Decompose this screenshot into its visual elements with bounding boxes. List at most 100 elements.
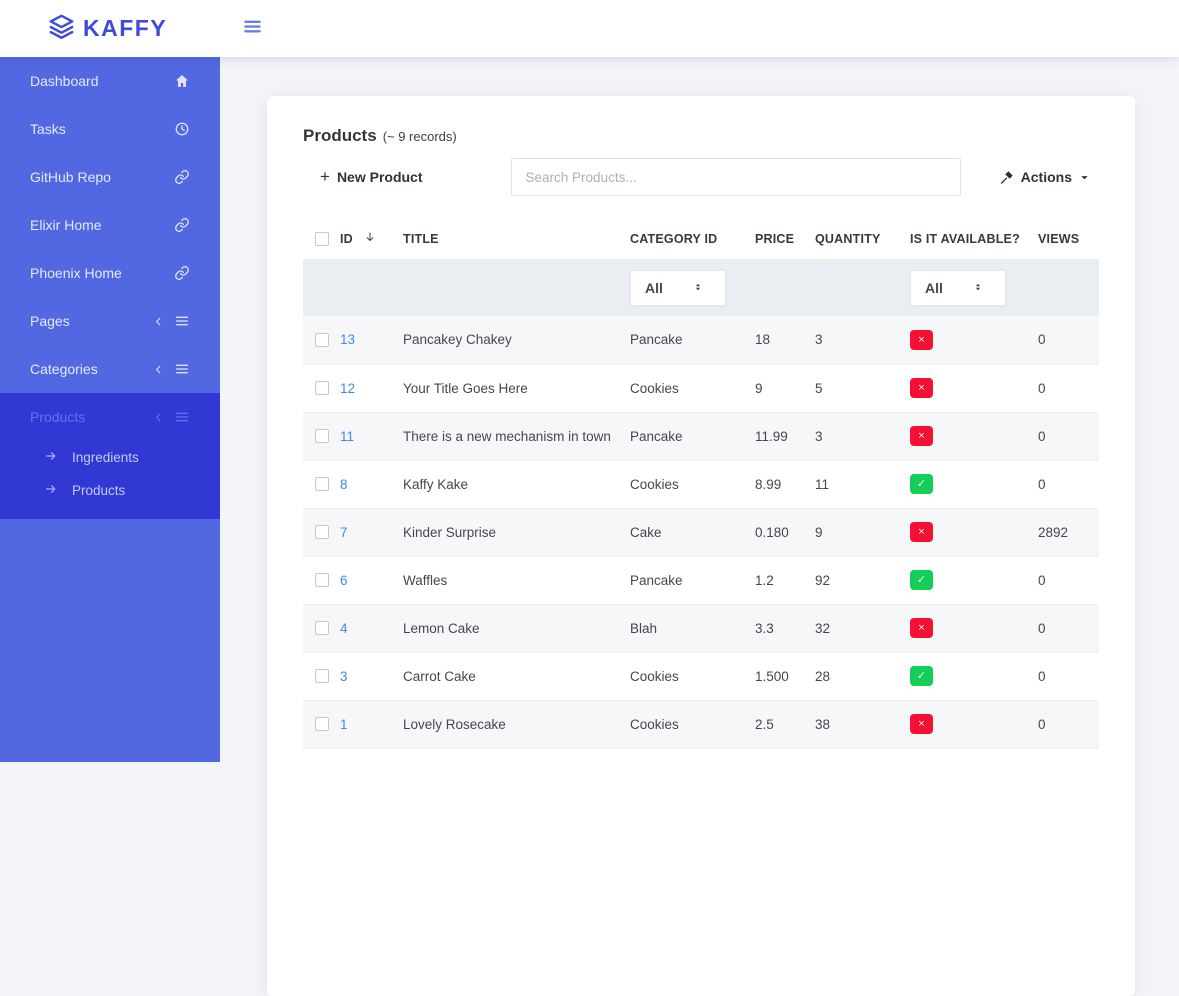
row-views-cell: 0 [1038, 316, 1099, 364]
actions-dropdown-button[interactable]: Actions [999, 169, 1090, 185]
row-category-cell: Cookies [630, 364, 755, 412]
updown-arrows-icon [692, 280, 725, 296]
sidebar-subitem-products[interactable]: Products [0, 474, 220, 507]
row-price-cell: 1.500 [755, 652, 815, 700]
row-quantity-cell: 3 [815, 316, 910, 364]
search-input[interactable] [511, 158, 961, 196]
row-price-cell: 11.99 [755, 412, 815, 460]
row-checkbox[interactable] [315, 573, 329, 587]
available-no-badge: × [910, 618, 933, 638]
row-title-cell: Carrot Cake [403, 652, 630, 700]
hammer-icon [999, 170, 1014, 185]
row-id-cell: 4 [340, 604, 403, 652]
row-available-cell: ✓ [910, 556, 1038, 604]
row-views-cell: 0 [1038, 652, 1099, 700]
header-price: PRICE [755, 220, 815, 259]
new-product-button[interactable]: + New Product [320, 167, 423, 187]
available-filter-select[interactable]: All [910, 270, 1006, 306]
row-available-cell: ✓ [910, 460, 1038, 508]
arrow-right-icon [44, 449, 58, 466]
category-filter-select[interactable]: All [630, 270, 726, 306]
chevron-left-icon [152, 315, 165, 328]
row-checkbox[interactable] [315, 669, 329, 683]
sidebar-item-tasks[interactable]: Tasks [0, 105, 220, 153]
row-id-cell: 7 [340, 508, 403, 556]
products-table: ID TITLE CATEGORY ID PRICE QUANTITY IS I… [303, 220, 1099, 749]
sidebar-item-products[interactable]: Products [0, 393, 220, 441]
row-views-cell: 0 [1038, 460, 1099, 508]
row-id-link[interactable]: 13 [340, 332, 355, 347]
available-no-badge: × [910, 714, 933, 734]
select-all-checkbox[interactable] [315, 232, 329, 246]
row-id-link[interactable]: 11 [340, 429, 354, 444]
clock-icon [174, 121, 190, 137]
arrow-right-icon [44, 482, 58, 499]
row-quantity-cell: 32 [815, 604, 910, 652]
sidebar-item-phoenix-home[interactable]: Phoenix Home [0, 249, 220, 297]
table-row: 8Kaffy KakeCookies8.9911✓0 [303, 460, 1099, 508]
table-row: 3Carrot CakeCookies1.50028✓0 [303, 652, 1099, 700]
row-id-link[interactable]: 1 [340, 717, 348, 732]
row-quantity-cell: 11 [815, 460, 910, 508]
sidebar-item-elixir-home[interactable]: Elixir Home [0, 201, 220, 249]
sidebar-subitem-ingredients[interactable]: Ingredients [0, 441, 220, 474]
row-category-cell: Cake [630, 508, 755, 556]
sidebar-item-icons [152, 313, 190, 329]
home-icon [174, 73, 190, 89]
plus-icon: + [320, 167, 330, 187]
row-id-link[interactable]: 12 [340, 381, 355, 396]
row-id-link[interactable]: 8 [340, 477, 348, 492]
brand-text: KAFFY [83, 15, 167, 42]
row-title-cell: Lemon Cake [403, 604, 630, 652]
row-price-cell: 8.99 [755, 460, 815, 508]
row-checkbox[interactable] [315, 525, 329, 539]
row-checkbox[interactable] [315, 333, 329, 347]
available-yes-badge: ✓ [910, 474, 933, 494]
row-checkbox[interactable] [315, 381, 329, 395]
available-yes-badge: ✓ [910, 570, 933, 590]
sidebar-item-icons [174, 217, 190, 233]
row-quantity-cell: 38 [815, 700, 910, 748]
row-id-link[interactable]: 3 [340, 669, 348, 684]
available-no-badge: × [910, 378, 933, 398]
row-quantity-cell: 5 [815, 364, 910, 412]
sidebar-item-label: Categories [30, 361, 98, 377]
row-checkbox[interactable] [315, 429, 329, 443]
available-no-badge: × [910, 330, 933, 350]
row-checkbox[interactable] [315, 717, 329, 731]
sidebar-item-dashboard[interactable]: Dashboard [0, 57, 220, 105]
sidebar-item-github-repo[interactable]: GitHub Repo [0, 153, 220, 201]
row-available-cell: × [910, 508, 1038, 556]
sidebar-item-pages[interactable]: Pages [0, 297, 220, 345]
row-id-link[interactable]: 4 [340, 621, 348, 636]
kaffy-logo[interactable]: KAFFY [48, 13, 167, 45]
sidebar-subitem-label: Products [72, 483, 125, 498]
row-checkbox-cell [303, 316, 340, 364]
row-id-link[interactable]: 7 [340, 525, 348, 540]
sort-down-icon [364, 231, 376, 246]
row-quantity-cell: 92 [815, 556, 910, 604]
row-category-cell: Pancake [630, 316, 755, 364]
row-category-cell: Cookies [630, 700, 755, 748]
row-checkbox[interactable] [315, 477, 329, 491]
updown-arrows-icon [972, 280, 1005, 296]
sidebar-item-label: GitHub Repo [30, 169, 111, 185]
header-views: VIEWS [1038, 220, 1099, 259]
header-title: TITLE [403, 220, 630, 259]
actions-label: Actions [1021, 169, 1072, 185]
sidebar-toggle-button[interactable] [243, 19, 263, 39]
row-id-link[interactable]: 6 [340, 573, 348, 588]
sidebar-item-categories[interactable]: Categories [0, 345, 220, 393]
sidebar-item-icons [152, 409, 190, 425]
sidebar-group-pages: Pages [0, 297, 220, 345]
sidebar-group-categories: Categories [0, 345, 220, 393]
sort-by-id-control[interactable]: ID [340, 231, 403, 246]
row-available-cell: ✓ [910, 652, 1038, 700]
row-quantity-cell: 9 [815, 508, 910, 556]
sidebar-item-icons [152, 361, 190, 377]
available-filter-value: All [925, 280, 958, 296]
menu-icon [174, 361, 190, 377]
sidebar-group-elixir-home: Elixir Home [0, 201, 220, 249]
sidebar-item-label: Elixir Home [30, 217, 102, 233]
row-checkbox[interactable] [315, 621, 329, 635]
